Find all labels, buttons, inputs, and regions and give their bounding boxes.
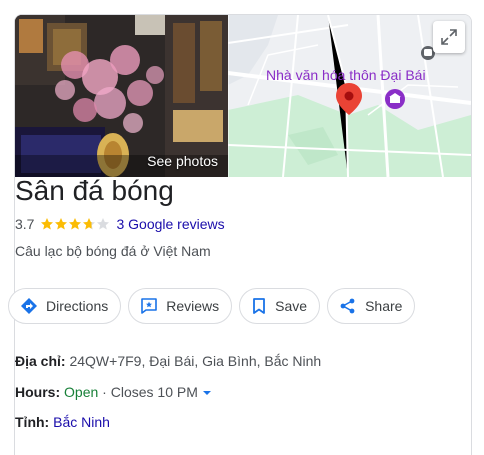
bookmark-icon <box>253 298 266 314</box>
province-link[interactable]: Bắc Ninh <box>53 414 110 430</box>
province-row: Tỉnh: Bắc Ninh <box>15 414 110 430</box>
hours-row: Hours: Open · Closes 10 PM <box>15 384 212 400</box>
address-value: 24QW+7F9, Đại Bái, Gia Bình, Bắc Ninh <box>69 353 322 369</box>
place-media: See photos Nhà văn hóa thôn Đại Bái <box>15 15 471 177</box>
hours-label: Hours: <box>15 384 61 400</box>
save-label: Save <box>275 298 308 314</box>
rating-value: 3.7 <box>15 216 35 232</box>
rating-row: 3.7 3 Google reviews <box>15 216 225 232</box>
share-button[interactable]: Share <box>327 288 416 324</box>
hours-status: Open <box>64 384 99 400</box>
review-icon <box>141 298 158 314</box>
action-chips: Directions Reviews Save Share <box>8 288 416 324</box>
rating-stars <box>40 217 110 231</box>
save-button[interactable]: Save <box>239 288 321 324</box>
reviews-button[interactable]: Reviews <box>128 288 233 324</box>
star-icon <box>97 218 110 230</box>
star-icon <box>69 218 82 230</box>
google-reviews-link[interactable]: 3 Google reviews <box>116 216 224 232</box>
province-label: Tỉnh: <box>15 414 50 430</box>
hours-separator: · <box>102 384 107 400</box>
place-photo[interactable]: See photos <box>15 15 228 177</box>
address-label: Địa chỉ: <box>15 353 66 369</box>
see-photos-label[interactable]: See photos <box>147 153 218 169</box>
directions-label: Directions <box>46 298 109 314</box>
map-preview[interactable]: Nhà văn hóa thôn Đại Bái <box>228 15 471 177</box>
map-landmark-label: Nhà văn hóa thôn Đại Bái <box>266 67 426 83</box>
hours-closing-time[interactable]: Closes 10 PM <box>111 384 198 400</box>
share-label: Share <box>365 298 403 314</box>
reviews-label: Reviews <box>166 298 220 314</box>
star-icon <box>83 218 96 230</box>
star-icon <box>55 218 68 230</box>
directions-icon <box>21 298 37 314</box>
landmark-icon <box>385 89 405 109</box>
place-title: Sân đá bóng <box>15 175 174 206</box>
place-category: Câu lạc bộ bóng đá ở Việt Nam <box>15 243 211 259</box>
expand-icon <box>441 29 457 45</box>
directions-button[interactable]: Directions <box>8 288 122 324</box>
star-icon <box>41 218 54 230</box>
chevron-down-icon[interactable] <box>202 389 212 397</box>
expand-map-button[interactable] <box>433 21 465 53</box>
address-row: Địa chỉ: 24QW+7F9, Đại Bái, Gia Bình, Bắ… <box>15 353 321 369</box>
share-icon <box>340 298 355 314</box>
